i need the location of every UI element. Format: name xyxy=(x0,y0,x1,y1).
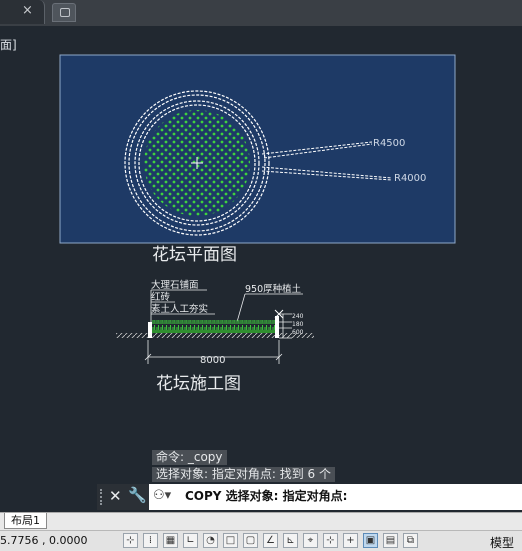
height-label-180: 180 xyxy=(292,321,304,328)
height-label-240: 240 xyxy=(292,313,304,320)
section-label-planting-soil: 950厚种植土 xyxy=(245,283,302,295)
wrench-icon[interactable]: 🔧 xyxy=(128,486,147,504)
radius-label-r4500: R4500 xyxy=(373,138,405,149)
section-label-brick: 红砖 xyxy=(151,291,171,303)
3dosnap-icon[interactable]: ▢ xyxy=(243,533,258,548)
width-dimension: 8000 xyxy=(200,355,225,366)
layout-tab-bar: 布局1 xyxy=(0,512,522,530)
soil-base xyxy=(152,330,275,333)
section-label-soil: 素土人工夯实 xyxy=(151,303,208,315)
close-icon[interactable]: ✕ xyxy=(109,487,122,505)
height-label-600: 600 xyxy=(292,329,304,336)
osnap-icon[interactable]: □ xyxy=(223,533,238,548)
command-line-tools: ✕ 🔧 xyxy=(97,484,149,510)
ground-hatch xyxy=(116,333,314,338)
section-label-marble: 大理石铺面 xyxy=(151,279,199,291)
polar-icon[interactable]: ◔ xyxy=(203,533,218,548)
drawing-canvas[interactable]: R4500 R4000 花坛平面图 大理石铺面 红砖 素土人工夯实 950厚种植… xyxy=(0,0,522,484)
status-bar: 5.7756 , 0.0000 ⊹ ⁞ ▦ ∟ ◔ □ ▢ ∠ ⊾ ⌖ ⊹ + … xyxy=(0,530,522,551)
section-title: 花坛施工图 xyxy=(156,374,241,394)
command-input[interactable]: COPY 选择对象: 指定对角点: xyxy=(185,487,347,504)
otrack-icon[interactable]: ∠ xyxy=(263,533,278,548)
wall-right xyxy=(275,316,279,338)
model-space-toggle[interactable]: 模型 xyxy=(490,534,514,551)
history-line: 命令: _copy xyxy=(152,450,227,465)
command-history: 命令: _copy 选择对象: 指定对角点: 找到 6 个 xyxy=(152,450,335,484)
transparency-icon[interactable]: + xyxy=(343,533,358,548)
command-line[interactable]: ✕ 🔧 ⚇▾ COPY 选择对象: 指定对角点: xyxy=(97,484,522,510)
ucs-icon[interactable]: ⊹ xyxy=(123,533,138,548)
plan-title: 花坛平面图 xyxy=(152,245,237,265)
quickprops-icon[interactable]: ▣ xyxy=(363,533,378,548)
dyn-icon[interactable]: ⌖ xyxy=(303,533,318,548)
coordinate-readout: 5.7756 , 0.0000 xyxy=(0,534,88,547)
ortho-icon[interactable]: ∟ xyxy=(183,533,198,548)
drag-grip-icon[interactable] xyxy=(100,489,106,505)
radius-label-r4000: R4000 xyxy=(394,173,426,184)
recent-commands-icon[interactable]: ⚇▾ xyxy=(153,488,171,503)
tab-layout1[interactable]: 布局1 xyxy=(4,513,47,529)
grid-icon[interactable]: ▦ xyxy=(163,533,178,548)
lineweight-icon[interactable]: ⊹ xyxy=(323,533,338,548)
selcycle-icon[interactable]: ▤ xyxy=(383,533,398,548)
snap-icon[interactable]: ⁞ xyxy=(143,533,158,548)
wall-left xyxy=(148,322,152,338)
ducs-icon[interactable]: ⊾ xyxy=(283,533,298,548)
flowerbed-section[interactable]: 大理石铺面 红砖 素土人工夯实 950厚种植土 240 180 600 8000 xyxy=(116,279,314,366)
annotation-monitor-icon[interactable]: ⧉ xyxy=(403,533,418,548)
history-line: 选择对象: 指定对角点: 找到 6 个 xyxy=(152,467,335,482)
